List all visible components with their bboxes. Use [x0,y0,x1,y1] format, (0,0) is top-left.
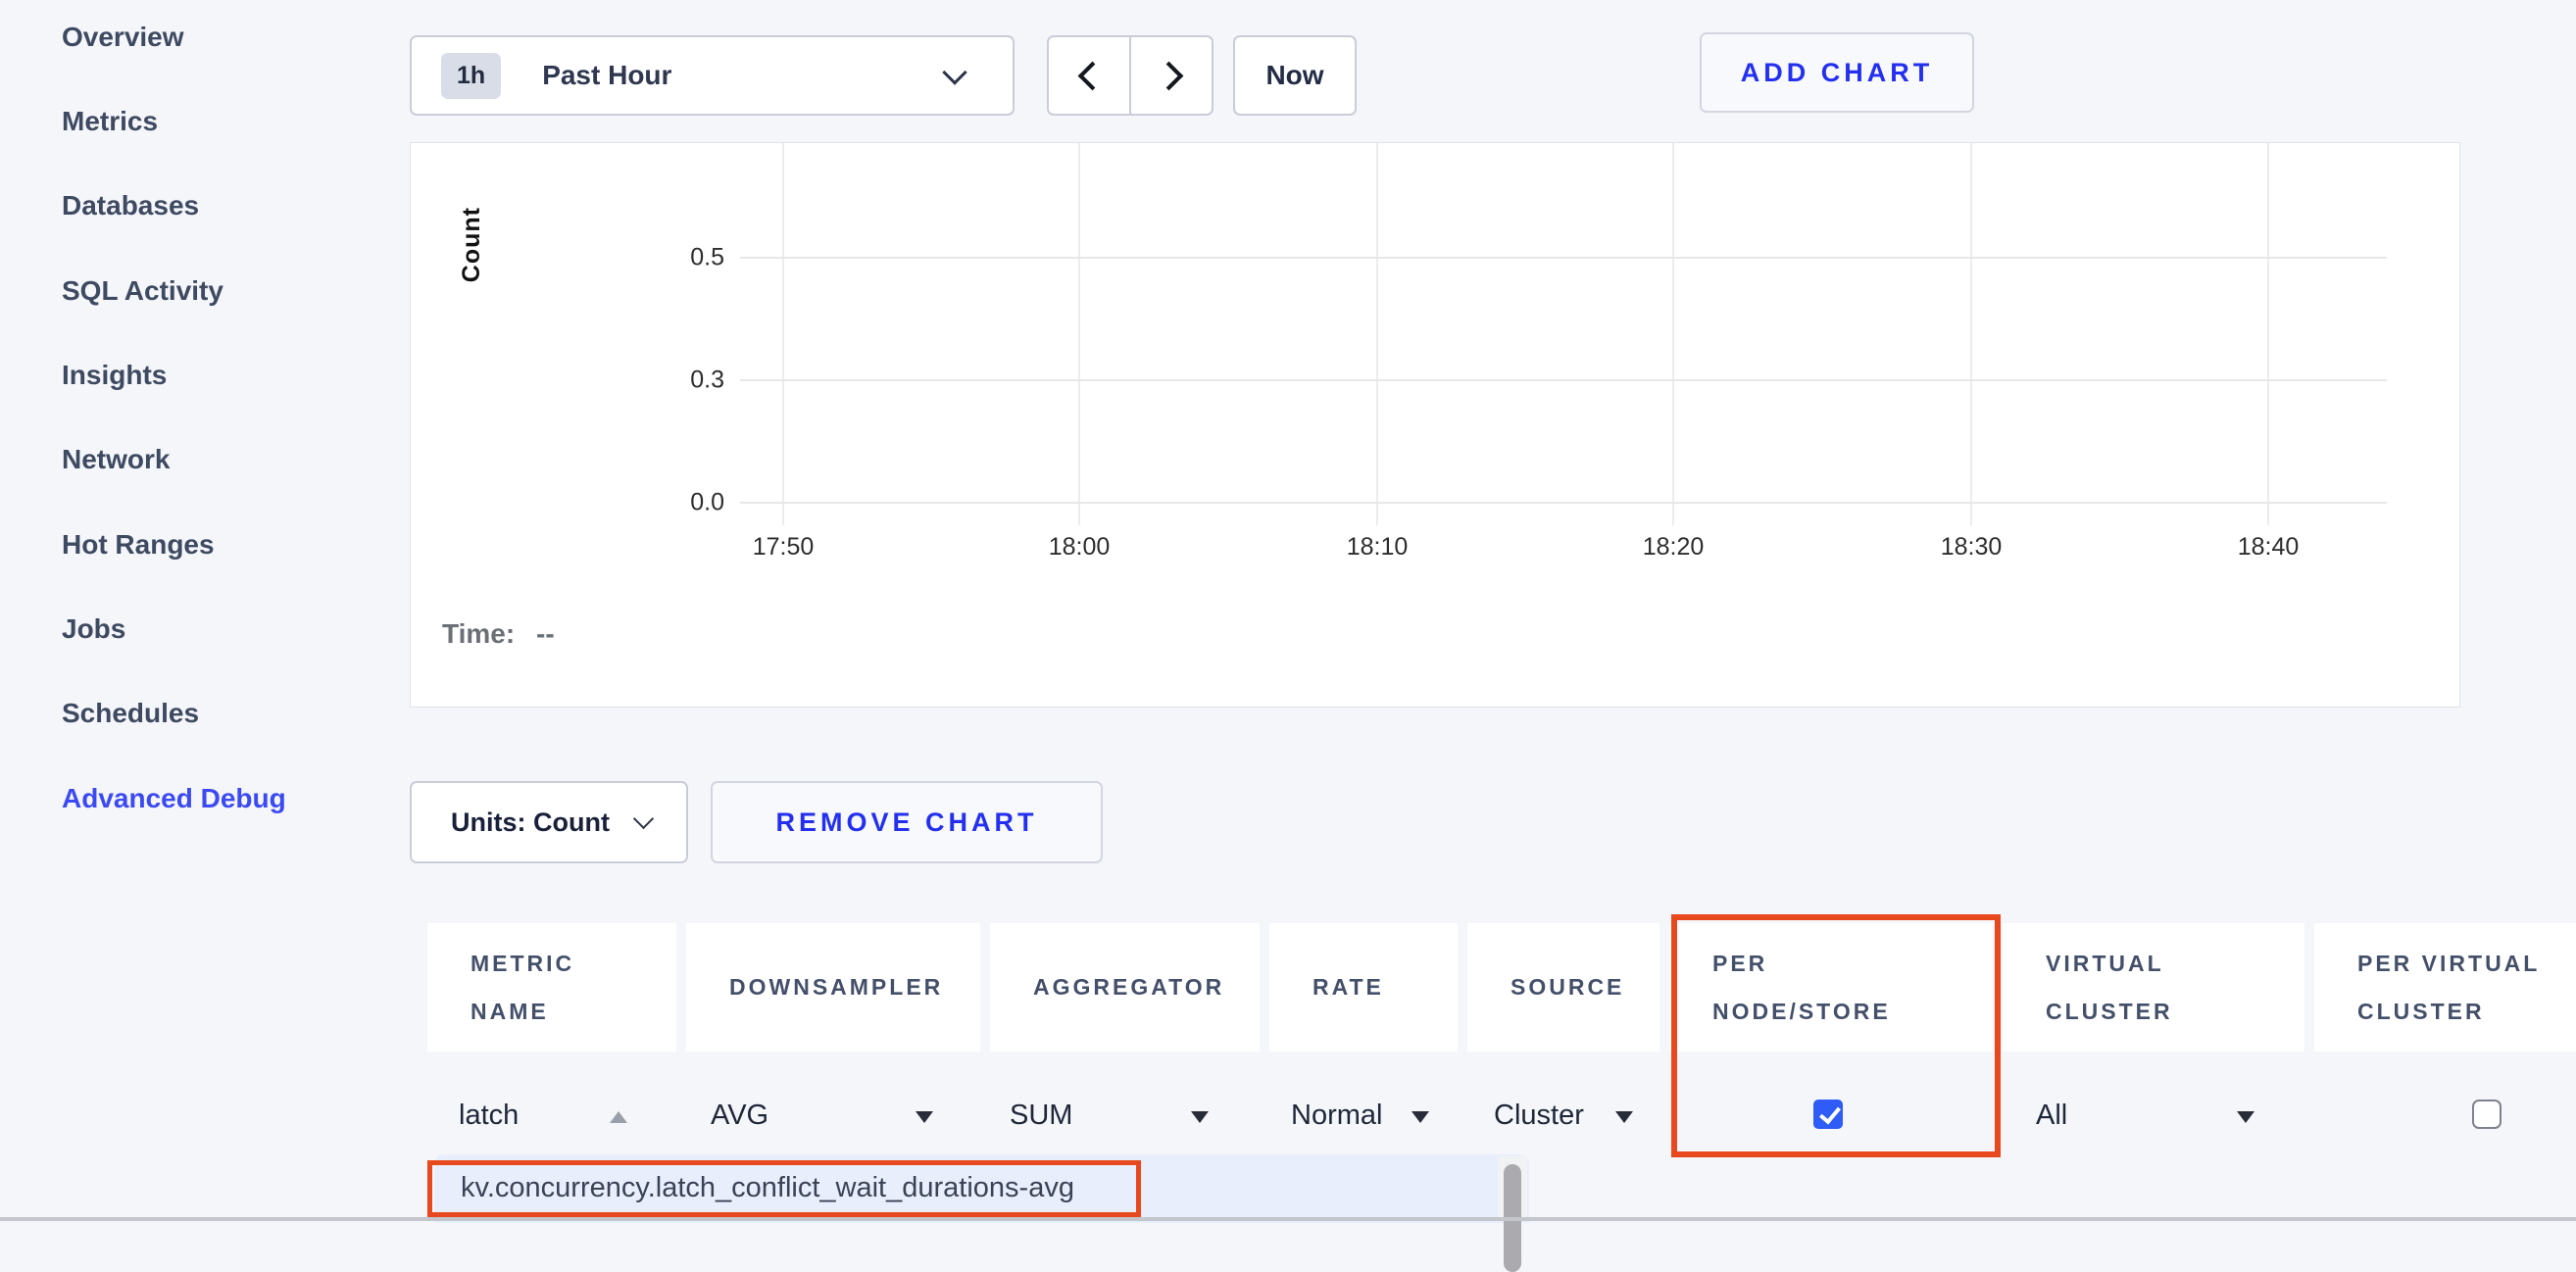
time-legend-value: -- [536,618,555,650]
sidebar-item-overview[interactable]: Overview [62,18,184,57]
x-tick: 18:30 [1941,533,2003,562]
caret-down-icon[interactable] [916,1111,933,1123]
gridline [740,502,2387,504]
x-tick: 18:10 [1347,533,1409,562]
header-source: SOURCE [1467,923,1660,1052]
chevron-left-icon [1077,61,1107,90]
sidebar-item-sql-activity[interactable]: SQL Activity [62,271,223,311]
gridline [1376,143,1378,525]
next-range-button[interactable] [1129,35,1214,116]
add-chart-button[interactable]: ADD CHART [1700,32,1974,113]
chart-card: Count 0.5 0.3 0.0 17:50 18:00 18:10 18:2… [410,142,2460,708]
sidebar-item-hot-ranges[interactable]: Hot Ranges [62,525,215,564]
time-range-badge: 1h [441,53,501,99]
gridline [782,143,784,525]
sidebar-item-schedules[interactable]: Schedules [62,694,199,733]
downsampler-select[interactable]: AVG [711,1100,768,1132]
header-per-node-store: PER NODE/STORE [1669,923,1993,1052]
gridline [1078,143,1080,525]
header-per-virtual-cluster: PER VIRTUAL CLUSTER [2314,923,2576,1052]
now-button-label: Now [1265,60,1323,91]
chevron-down-icon [633,808,654,829]
rate-select[interactable]: Normal [1291,1100,1382,1132]
gridline [740,379,2387,381]
gridline [2267,143,2269,525]
per-node-store-checkbox[interactable] [1813,1100,1843,1129]
prev-range-button[interactable] [1047,35,1131,116]
y-tick: 0.5 [646,244,724,272]
x-tick: 18:00 [1049,533,1111,562]
time-legend-label: Time: [442,618,515,650]
header-virtual-cluster: VIRTUAL CLUSTER [2003,923,2304,1052]
sidebar-item-metrics[interactable]: Metrics [62,102,158,141]
units-select[interactable]: Units: Count [410,781,688,863]
header-metric-name: METRIC NAME [427,923,676,1052]
add-chart-label: ADD CHART [1741,58,1933,88]
virtual-cluster-select[interactable]: All [2036,1100,2067,1132]
now-button[interactable]: Now [1233,35,1357,116]
per-virtual-cluster-checkbox[interactable] [2472,1100,2502,1129]
sidebar-item-databases[interactable]: Databases [62,186,199,225]
source-select[interactable]: Cluster [1494,1100,1584,1132]
y-tick: 0.0 [646,489,724,517]
sidebar-item-advanced-debug[interactable]: Advanced Debug [62,779,286,818]
header-aggregator: AGGREGATOR [990,923,1260,1052]
caret-up-icon[interactable] [610,1111,627,1123]
gridline [1672,143,1674,525]
chevron-down-icon [942,60,966,84]
caret-down-icon[interactable] [2237,1111,2254,1123]
gridline [1970,143,1972,525]
gridline [740,257,2387,259]
time-range-selector[interactable]: 1h Past Hour [410,35,1015,116]
metric-suggestion-item[interactable]: kv.concurrency.latch_conflict_wait_durat… [461,1172,1074,1204]
metric-name-input[interactable] [459,1100,606,1132]
chevron-right-icon [1154,61,1183,90]
chart-y-axis-title: Count [458,207,486,282]
caret-down-icon[interactable] [1615,1111,1633,1123]
header-rate: RATE [1269,923,1458,1052]
y-tick: 0.3 [646,367,724,395]
window-bottom-edge [0,1217,2576,1221]
sidebar-item-jobs[interactable]: Jobs [62,610,125,649]
units-select-label: Units: Count [451,807,610,838]
time-range-label: Past Hour [542,60,671,91]
x-tick: 18:40 [2238,533,2300,562]
sidebar-item-network[interactable]: Network [62,440,170,479]
metric-suggestions-dropdown: kv.concurrency.latch_conflict_wait_durat… [434,1154,1529,1223]
remove-chart-button[interactable]: REMOVE CHART [711,781,1103,863]
x-tick: 17:50 [753,533,815,562]
remove-chart-label: REMOVE CHART [775,807,1037,838]
x-tick: 18:20 [1643,533,1705,562]
header-downsampler: DOWNSAMPLER [686,923,980,1052]
caret-down-icon[interactable] [1191,1111,1209,1123]
caret-down-icon[interactable] [1412,1111,1429,1123]
sidebar-item-insights[interactable]: Insights [62,356,167,395]
aggregator-select[interactable]: SUM [1010,1100,1072,1132]
